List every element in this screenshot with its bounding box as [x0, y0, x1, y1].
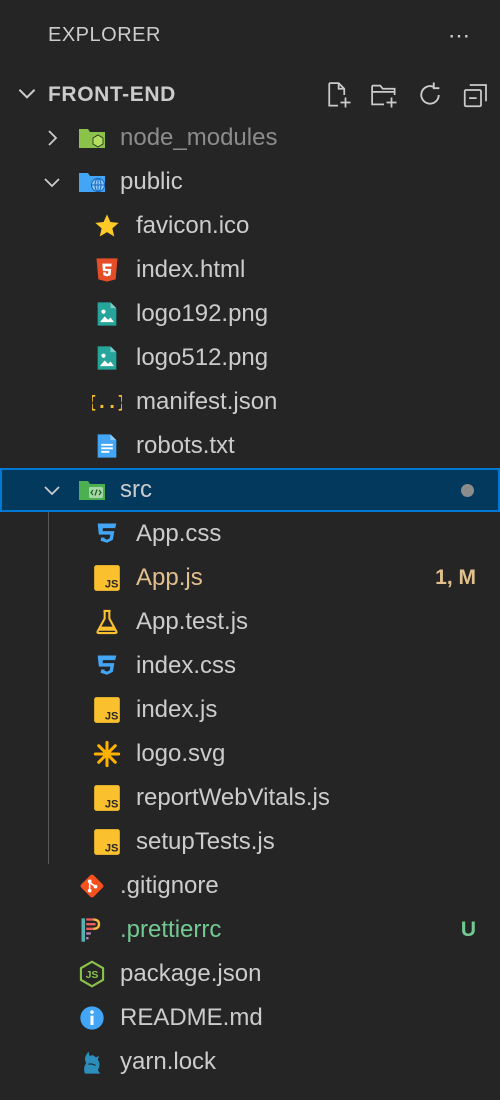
explorer-title: EXPLORER	[48, 24, 161, 46]
js-icon: JS	[92, 695, 122, 725]
info-icon	[77, 1003, 107, 1033]
tree-item[interactable]: logo.svg	[0, 732, 500, 776]
prettier-icon	[77, 915, 107, 945]
tree-item[interactable]: .prettierrc U	[0, 908, 500, 952]
git-status-badge: U	[460, 918, 476, 941]
tree-item-label: .gitignore	[120, 872, 219, 899]
yarn-icon	[77, 1047, 107, 1077]
json-icon: {..}	[92, 387, 122, 417]
tree-item[interactable]: JS index.js	[0, 688, 500, 732]
tree-item[interactable]: logo192.png	[0, 292, 500, 336]
js-icon: JS	[92, 783, 122, 813]
ellipsis-icon[interactable]: ⋯	[444, 22, 476, 50]
new-file-icon[interactable]	[320, 78, 356, 112]
tree-item-label: logo.svg	[136, 740, 226, 767]
tree-item[interactable]: index.css	[0, 644, 500, 688]
git-status-badge: 1, M	[435, 566, 476, 589]
tree-item-label: public	[120, 168, 183, 195]
test-flask-icon	[92, 607, 122, 637]
tree-item[interactable]: src	[0, 468, 500, 512]
star-icon	[92, 211, 122, 241]
tree-item-label: src	[120, 476, 152, 503]
git-icon	[77, 871, 107, 901]
tree-item-label: package.json	[120, 960, 262, 987]
tree-item[interactable]: App.css	[0, 512, 500, 556]
tree-item-label: favicon.ico	[136, 212, 250, 239]
explorer-header: EXPLORER ⋯	[0, 0, 500, 76]
tree-item-label: manifest.json	[136, 388, 278, 415]
tree-item-label: reportWebVitals.js	[136, 784, 330, 811]
modified-dot-indicator	[461, 484, 474, 497]
workspace-section-header[interactable]: FRONT-END	[0, 72, 500, 116]
svg-asterisk-icon	[92, 739, 122, 769]
tree-item[interactable]: README.md	[0, 996, 500, 1040]
chevron-down-icon	[14, 80, 40, 111]
tree-item[interactable]: favicon.ico	[0, 204, 500, 248]
tree-item-label: App.js	[136, 564, 203, 591]
tree-item-label: logo512.png	[136, 344, 269, 371]
tree-item-label: robots.txt	[136, 432, 235, 459]
tree-item[interactable]: JS package.json	[0, 952, 500, 996]
tree-item[interactable]: public	[0, 160, 500, 204]
image-icon	[92, 343, 122, 373]
workspace-title: FRONT-END	[48, 83, 176, 106]
chevron-right-icon[interactable]	[40, 126, 64, 150]
js-icon: JS	[92, 563, 122, 593]
tree-item-label: .prettierrc	[120, 916, 222, 943]
file-tree: node_modulespublic favicon.ico index.html l…	[0, 116, 500, 1084]
tree-item[interactable]: {..} manifest.json	[0, 380, 500, 424]
css-icon	[92, 519, 122, 549]
folder-node-icon	[77, 123, 107, 153]
svg-text:JS: JS	[105, 842, 119, 854]
tree-item-label: App.test.js	[136, 608, 249, 635]
tree-item[interactable]: JS setupTests.js	[0, 820, 500, 864]
css-icon	[92, 651, 122, 681]
tree-item-label: logo192.png	[136, 300, 269, 327]
tree-item[interactable]: node_modules	[0, 116, 500, 160]
section-actions	[320, 78, 494, 112]
folder-src-icon	[77, 475, 107, 505]
tree-item-label: node_modules	[120, 124, 278, 151]
nodejs-icon: JS	[77, 959, 107, 989]
tree-item-label: index.html	[136, 256, 246, 283]
image-icon	[92, 299, 122, 329]
collapse-all-icon[interactable]	[458, 78, 494, 112]
tree-item-label: App.css	[136, 520, 222, 547]
text-file-icon	[92, 431, 122, 461]
tree-item[interactable]: index.html	[0, 248, 500, 292]
svg-text:JS: JS	[105, 798, 119, 810]
chevron-down-icon[interactable]	[40, 170, 64, 194]
tree-item-label: README.md	[120, 1004, 263, 1031]
html5-icon	[92, 255, 122, 285]
folder-public-icon	[77, 167, 107, 197]
tree-item[interactable]: JS App.js 1, M	[0, 556, 500, 600]
tree-item-label: yarn.lock	[120, 1048, 217, 1075]
new-folder-icon[interactable]	[366, 78, 402, 112]
tree-item-label: index.css	[136, 652, 237, 679]
tree-item[interactable]: .gitignore	[0, 864, 500, 908]
tree-item-label: setupTests.js	[136, 828, 275, 855]
tree-item[interactable]: App.test.js	[0, 600, 500, 644]
tree-item-label: index.js	[136, 696, 218, 723]
tree-item[interactable]: yarn.lock	[0, 1040, 500, 1084]
refresh-icon[interactable]	[412, 78, 448, 112]
svg-text:{..}: {..}	[92, 393, 122, 413]
tree-item[interactable]: logo512.png	[0, 336, 500, 380]
chevron-down-icon[interactable]	[40, 478, 64, 502]
tree-item[interactable]: robots.txt	[0, 424, 500, 468]
svg-text:JS: JS	[105, 578, 119, 590]
js-icon: JS	[92, 827, 122, 857]
explorer-pane: EXPLORER ⋯ FRONT-END node_modules public…	[0, 0, 500, 1100]
tree-item[interactable]: JS reportWebVitals.js	[0, 776, 500, 820]
svg-text:JS: JS	[86, 969, 99, 981]
svg-text:JS: JS	[105, 710, 119, 722]
